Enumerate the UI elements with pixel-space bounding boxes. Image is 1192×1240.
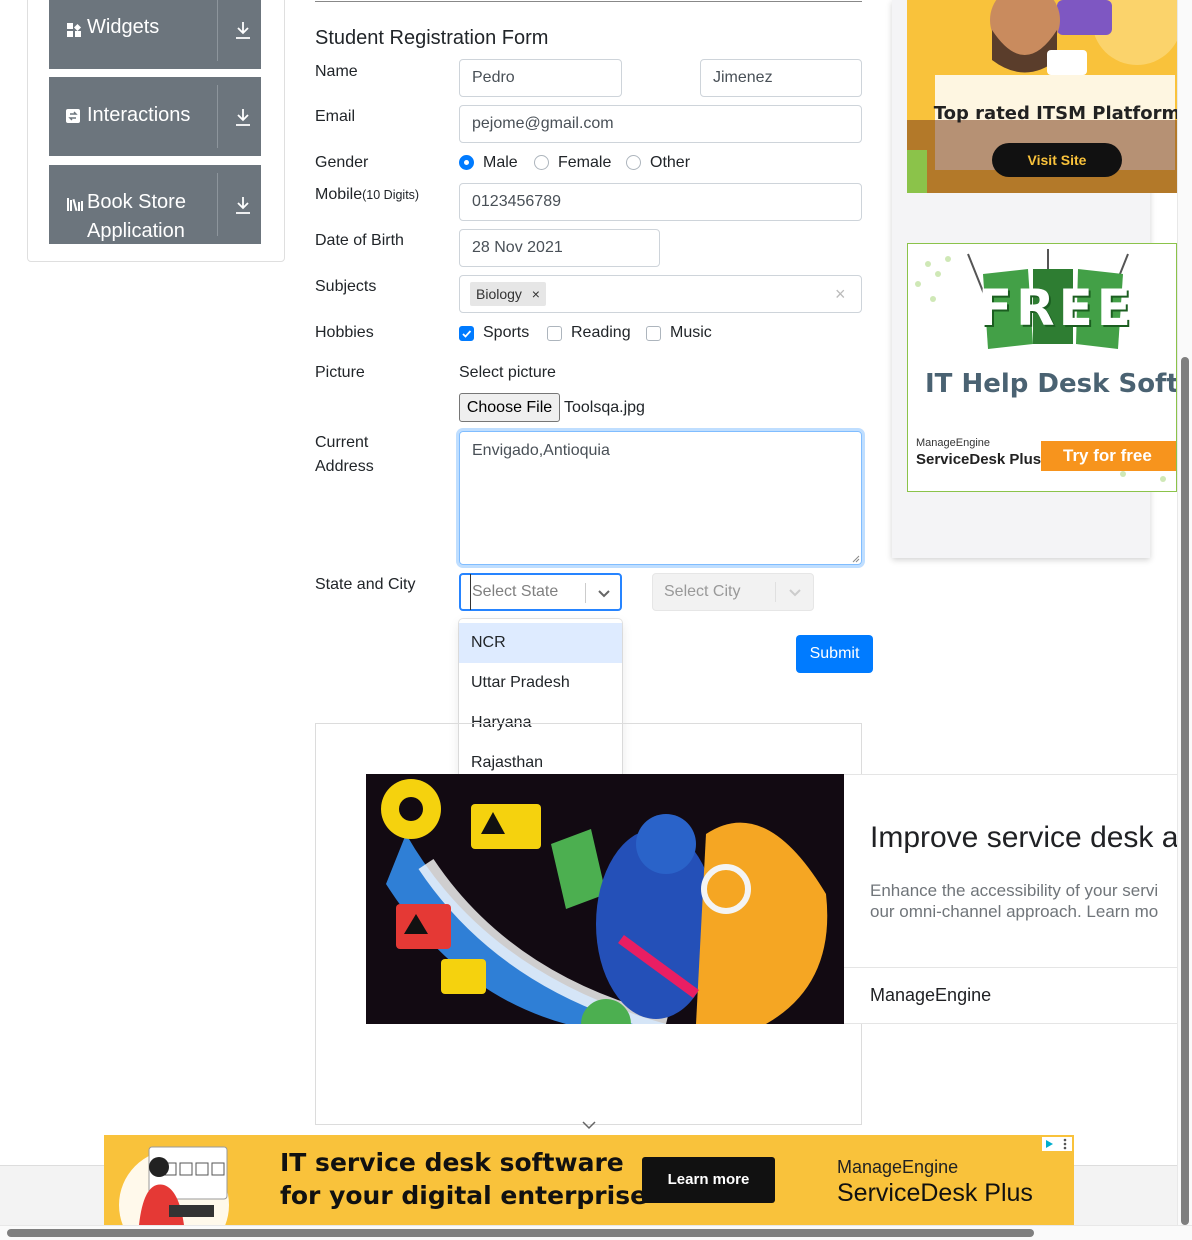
download-icon[interactable] [235,196,251,214]
chevron-down-icon[interactable] [785,584,805,602]
ad-badge: FREE [978,279,1135,337]
ad-headline: Improve service desk a [870,821,1177,854]
remove-subject-icon[interactable]: × [532,282,540,306]
gender-female-radio[interactable] [534,155,549,170]
gender-other-label[interactable]: Other [650,153,690,173]
visit-site-button[interactable]: Visit Site [992,143,1122,177]
hobby-reading-label[interactable]: Reading [571,323,631,343]
ad-headline: Top rated ITSM Platform [933,103,1177,124]
ad-brand-bottom: ServiceDesk Plus [837,1179,1033,1207]
gender-male-radio[interactable] [459,155,474,170]
gender-female-label[interactable]: Female [558,153,611,173]
widgets-icon [67,23,82,37]
hobby-sports-checkbox[interactable] [459,326,474,341]
gender-label: Gender [315,154,369,171]
email-input[interactable]: pejome@gmail.com [459,105,862,143]
interactions-icon [66,109,80,123]
dob-label: Date of Birth [315,232,404,249]
subject-chip: Biology × [470,282,546,306]
sidebar-group-interactions[interactable]: Interactions [49,77,261,156]
clear-subjects-icon[interactable]: × [835,282,846,306]
ad-body: our omni-channel approach. Learn mo [870,902,1159,921]
first-name-input[interactable]: Pedro [459,59,622,97]
state-option[interactable]: Uttar Pradesh [459,663,622,703]
hobby-sports-label[interactable]: Sports [483,323,529,343]
gender-other-radio[interactable] [626,155,641,170]
hobby-music-label[interactable]: Music [670,323,712,343]
ad-brand-bottom: ServiceDesk Plus [916,451,1042,468]
sidebar-group-label: Widgets [87,16,160,38]
sidebar-group-widgets[interactable]: Widgets [49,0,261,69]
hobby-music-checkbox[interactable] [646,326,661,341]
download-icon[interactable] [235,21,251,39]
picture-label: Picture [315,364,365,381]
picture-hint: Select picture [459,364,556,381]
current-address-textarea[interactable]: Envigado,Antioquia [459,431,862,565]
hobby-reading-checkbox[interactable] [547,326,562,341]
ad-headline: IT Help Desk Softwar [925,369,1176,399]
state-city-label: State and City [315,576,416,593]
ad-service-text[interactable]: Improve service desk a Enhance the acces… [844,774,1177,1024]
state-select[interactable]: Select State [459,573,622,611]
mobile-label: Mobile(10 Digits) [315,186,420,203]
last-name-input[interactable]: Jimenez [700,59,862,97]
city-select[interactable]: Select City [652,573,814,611]
subjects-label: Subjects [315,278,377,295]
sidebar-group-label: Book Store [87,191,186,213]
dob-input[interactable]: 28 Nov 2021 [459,229,660,267]
sidebar-group-label: Interactions [87,104,191,126]
city-placeholder: Select City [664,583,741,600]
sidebar-group-label: Application [87,220,185,242]
check-icon [462,330,472,338]
try-for-free-button[interactable]: Try for free [1041,441,1176,471]
ad-headline: for your digital enterprise [280,1181,648,1210]
ad-brand: ManageEngine [870,985,992,1005]
form-title: Student Registration Form [315,27,549,49]
address-label: Address [315,458,374,475]
ad-choices-icon[interactable] [1042,1137,1072,1151]
mobile-input[interactable]: 0123456789 [459,183,862,221]
gender-male-label[interactable]: Male [483,153,518,173]
submit-button[interactable]: Submit [796,635,873,673]
email-label: Email [315,108,356,125]
book-store-icon [67,198,83,212]
sidebar-group-book-store[interactable]: Book Store Application [49,165,261,244]
vertical-scrollbar-thumb[interactable] [1181,357,1189,1225]
ad-headline: IT service desk software [280,1148,624,1177]
download-icon[interactable] [235,108,251,126]
ad-illustration [119,1146,229,1225]
learn-more-button[interactable]: Learn more [642,1157,775,1203]
file-name: Toolsqa.jpg [564,399,645,416]
address-label: Current [315,434,369,451]
name-label: Name [315,63,358,80]
ad-brand-top: ManageEngine [837,1157,959,1177]
ad-banner[interactable]: IT service desk software for your digita… [104,1135,1074,1225]
state-placeholder: Select State [470,574,558,610]
ad-service-image[interactable] [366,774,844,1024]
divider [315,1,862,2]
ad-itsm[interactable]: Top rated ITSM Platform Visit Site [907,0,1177,193]
ad-body: Enhance the accessibility of your servi [870,881,1159,900]
resize-handle-icon[interactable] [851,554,860,563]
hobbies-label: Hobbies [315,324,374,341]
ad-free-helpdesk[interactable]: FREE IT Help Desk Softwar ManageEngine S… [907,243,1177,492]
chevron-down-icon[interactable] [581,1119,597,1131]
choose-file-button[interactable]: Choose File [459,393,560,422]
mobile-hint: (10 Digits) [362,188,420,202]
horizontal-scrollbar-thumb[interactable] [7,1229,1034,1237]
state-option[interactable]: NCR [459,623,622,663]
ad-illustration [381,779,828,1024]
ad-brand-top: ManageEngine [916,437,991,449]
chevron-down-icon[interactable] [594,585,614,603]
